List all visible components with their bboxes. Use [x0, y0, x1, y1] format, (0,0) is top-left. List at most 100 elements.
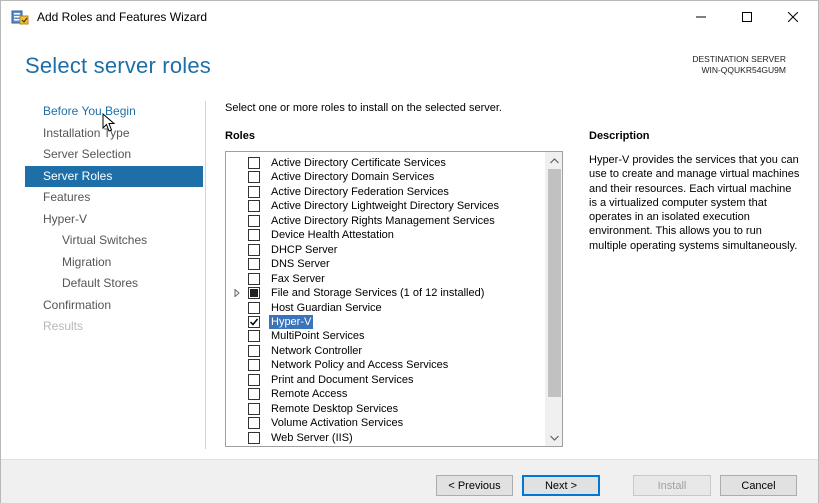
role-checkbox[interactable] — [248, 431, 260, 444]
role-label: Network Controller — [271, 344, 363, 357]
nav-item-server-roles[interactable]: Server Roles — [25, 165, 203, 187]
role-label: Hyper-V — [267, 313, 315, 330]
role-item[interactable]: Active Directory Domain Services — [226, 170, 544, 185]
role-label: Print and Document Services — [271, 373, 414, 386]
role-checkbox[interactable] — [248, 344, 260, 357]
nav-item-default-stores[interactable]: Default Stores — [25, 273, 203, 295]
role-item[interactable]: Active Directory Rights Management Servi… — [226, 214, 544, 229]
minimize-button[interactable] — [678, 1, 724, 33]
role-label: Active Directory Certificate Services — [271, 157, 446, 169]
role-item[interactable]: Hyper-V — [226, 313, 544, 330]
wizard-steps-nav: Before You Begin Installation Type Serve… — [25, 101, 203, 338]
role-label: Remote Access — [271, 388, 348, 401]
scroll-thumb[interactable] — [548, 169, 561, 397]
role-checkbox[interactable] — [248, 402, 260, 415]
nav-item-features[interactable]: Features — [25, 187, 203, 209]
role-item[interactable]: Fax Server — [226, 272, 544, 287]
role-checkbox[interactable] — [248, 359, 260, 372]
role-checkbox[interactable] — [248, 373, 260, 386]
role-label: Active Directory Rights Management Servi… — [271, 214, 495, 227]
role-label: Device Health Attestation — [271, 229, 394, 242]
next-button[interactable]: Next > — [522, 475, 600, 496]
role-item[interactable]: Network Controller — [226, 344, 544, 359]
role-item[interactable]: Active Directory Federation Services — [226, 185, 544, 200]
close-icon — [788, 12, 798, 22]
expand-arrow-icon[interactable] — [234, 288, 242, 298]
roles-list[interactable]: Active Directory Certificate Services Act… — [225, 151, 563, 447]
role-label: Volume Activation Services — [271, 417, 404, 430]
description-text: Hyper-V provides the services that you c… — [589, 154, 800, 252]
role-checkbox[interactable] — [248, 287, 260, 300]
role-label: Fax Server — [271, 272, 325, 285]
role-checkbox[interactable] — [248, 243, 260, 256]
scroll-up-button[interactable] — [546, 152, 562, 169]
role-checkbox[interactable] — [248, 214, 260, 227]
instruction-text: Select one or more roles to install on t… — [225, 102, 502, 114]
role-checkbox[interactable] — [248, 157, 260, 169]
role-item[interactable]: DHCP Server — [226, 243, 544, 258]
minimize-icon — [696, 16, 706, 18]
maximize-icon — [742, 12, 752, 22]
destination-server-label: DESTINATION SERVER — [692, 54, 786, 64]
title-bar[interactable]: Add Roles and Features Wizard — [1, 1, 818, 33]
role-checkbox[interactable] — [248, 185, 260, 198]
server-manager-icon — [11, 9, 29, 25]
role-label: Network Policy and Access Services — [271, 359, 449, 372]
role-item[interactable]: File and Storage Services (1 of 12 insta… — [226, 286, 544, 301]
role-checkbox[interactable] — [248, 301, 260, 314]
chevron-down-icon — [550, 435, 559, 441]
nav-item-migration[interactable]: Migration — [25, 252, 203, 274]
scroll-down-button[interactable] — [546, 429, 562, 446]
wizard-footer: < Previous Next > Install Cancel — [1, 460, 818, 503]
role-label: Active Directory Lightweight Directory S… — [271, 200, 500, 213]
role-checkbox[interactable] — [248, 330, 260, 343]
roles-scrollbar[interactable] — [545, 152, 562, 446]
nav-item-confirmation[interactable]: Confirmation — [25, 295, 203, 317]
role-item[interactable]: Host Guardian Service — [226, 301, 544, 316]
role-item[interactable]: Remote Desktop Services — [226, 402, 544, 417]
role-checkbox[interactable] — [248, 171, 260, 184]
role-item[interactable]: Active Directory Lightweight Directory S… — [226, 199, 544, 214]
close-button[interactable] — [770, 1, 816, 33]
role-label: Web Server (IIS) — [271, 431, 353, 444]
install-button: Install — [633, 475, 711, 496]
nav-item-virtual-switches[interactable]: Virtual Switches — [25, 230, 203, 252]
role-checkbox[interactable] — [248, 200, 260, 213]
role-label: Active Directory Domain Services — [271, 171, 435, 184]
role-label: File and Storage Services (1 of 12 insta… — [271, 287, 485, 300]
role-item[interactable]: Remote Access — [226, 387, 544, 402]
role-label: Active Directory Federation Services — [271, 185, 449, 198]
role-checkbox[interactable] — [248, 258, 260, 271]
role-item[interactable]: MultiPoint Services — [226, 329, 544, 344]
role-item[interactable]: Active Directory Certificate Services — [226, 156, 544, 171]
nav-item-results: Results — [43, 319, 84, 333]
role-label: MultiPoint Services — [271, 330, 365, 343]
role-checkbox[interactable] — [248, 388, 260, 401]
role-item[interactable]: Volume Activation Services — [226, 416, 544, 431]
role-item[interactable]: Network Policy and Access Services — [226, 358, 544, 373]
mouse-cursor-icon — [102, 112, 116, 133]
nav-divider — [205, 101, 206, 449]
roles-heading: Roles — [225, 130, 255, 142]
checkmark-icon — [249, 318, 259, 326]
cancel-button[interactable]: Cancel — [720, 475, 797, 496]
chevron-up-icon — [550, 157, 559, 163]
wizard-header: Select server roles DESTINATION SERVER W… — [1, 33, 818, 95]
role-checkbox[interactable] — [248, 417, 260, 430]
role-checkbox[interactable] — [248, 272, 260, 285]
role-item[interactable]: Device Health Attestation — [226, 228, 544, 243]
previous-button[interactable]: < Previous — [436, 475, 513, 496]
wizard-window: Add Roles and Features Wizard Select ser… — [0, 0, 819, 503]
role-item[interactable]: Web Server (IIS) — [226, 431, 544, 446]
role-checkbox[interactable] — [248, 315, 260, 328]
role-checkbox[interactable] — [248, 229, 260, 242]
role-label: DHCP Server — [271, 243, 338, 256]
role-item[interactable]: DNS Server — [226, 257, 544, 272]
nav-item-hyper-v[interactable]: Hyper-V — [25, 209, 203, 231]
role-label: Host Guardian Service — [271, 301, 382, 314]
role-label: DNS Server — [271, 258, 330, 271]
nav-item-server-selection[interactable]: Server Selection — [25, 144, 203, 166]
description-heading: Description — [589, 130, 650, 142]
maximize-button[interactable] — [724, 1, 770, 33]
role-item[interactable]: Print and Document Services — [226, 373, 544, 388]
